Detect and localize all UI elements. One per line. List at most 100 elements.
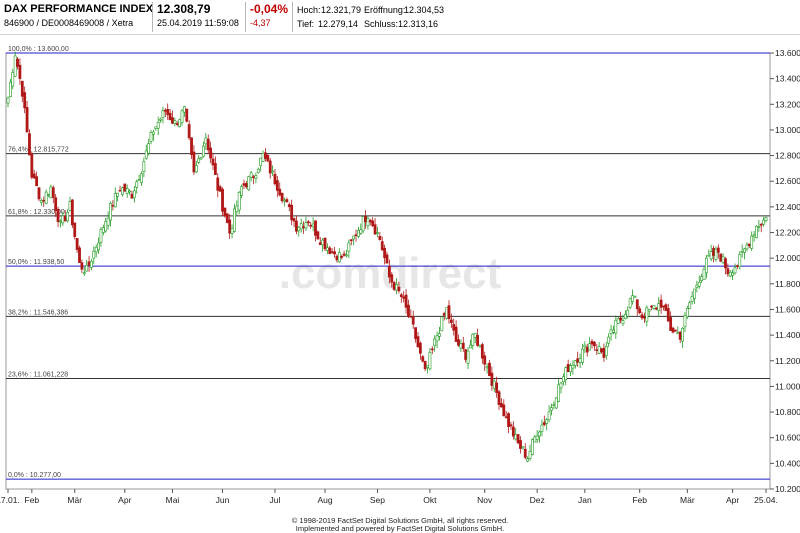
candle-body (697, 281, 701, 287)
candle-body (454, 326, 458, 342)
candle-body (16, 58, 19, 67)
candle-body (166, 109, 170, 115)
candle-body (228, 219, 232, 234)
candle-body (387, 265, 391, 278)
candle-body (92, 250, 96, 259)
open-value: 12.304,53 (404, 5, 445, 15)
candle-body (428, 352, 432, 370)
candle-body (197, 158, 201, 163)
y-tick-label: 11.200 (775, 356, 800, 366)
candle-body (59, 220, 62, 223)
candle-body (731, 272, 735, 276)
close-value: 12.313,16 (398, 19, 439, 29)
candle-body (337, 252, 341, 263)
candle-body (106, 217, 110, 226)
candle-body (511, 426, 515, 437)
candle-body (44, 191, 48, 204)
candle-body (466, 350, 470, 364)
candle-body (542, 422, 546, 425)
y-tick-label: 12.600 (775, 176, 800, 186)
candle-body (631, 295, 634, 302)
candle-body (137, 179, 141, 181)
candle-body (63, 215, 67, 222)
candle-body (278, 188, 282, 196)
candle-body (411, 316, 415, 325)
candle-body (492, 380, 496, 389)
candle-body (647, 309, 651, 312)
candle-body (373, 224, 377, 235)
candle-body (147, 143, 151, 154)
candle-body (352, 235, 356, 240)
candle (440, 316, 444, 332)
candle-body (316, 231, 320, 240)
candle-body (674, 329, 677, 332)
x-tick-label: Dez (530, 495, 545, 505)
x-tick-label: Nov (477, 495, 493, 505)
quote-header: DAX PERFORMANCE INDEX 846900 / DE0008469… (0, 0, 800, 35)
candle-body (380, 241, 384, 251)
candle-body (650, 305, 653, 308)
candle-body (101, 227, 105, 233)
candle-body (295, 220, 298, 232)
candle-body (395, 284, 398, 291)
candle-body (259, 157, 263, 166)
candle-body (23, 92, 27, 109)
candle (674, 329, 677, 332)
candle-body (97, 242, 100, 251)
candle-body (244, 183, 248, 188)
candle-body (476, 334, 479, 346)
candle-body (61, 215, 65, 224)
x-tick-label: Okt (423, 495, 437, 505)
candle-body (418, 342, 422, 354)
candle-body (361, 216, 365, 232)
open-label: Eröffnung: (364, 5, 406, 15)
candle (671, 326, 675, 334)
candle-body (588, 343, 592, 351)
candle-body (583, 344, 587, 348)
candle-body (6, 97, 10, 104)
x-tick-label: Jun (216, 495, 230, 505)
candle-body (194, 165, 198, 173)
candle-body (54, 197, 58, 211)
candle (247, 175, 251, 192)
x-tick-label: Jan (578, 495, 592, 505)
candle-body (614, 320, 618, 334)
x-tick-label: Feb (632, 495, 647, 505)
candle-body (399, 294, 403, 297)
x-tick-label: Aug (317, 495, 332, 505)
candle-body (211, 158, 215, 166)
candle-body (483, 355, 487, 365)
candle-body (333, 251, 336, 255)
fib-level-label: 100,0% : 13.600,00 (8, 46, 69, 53)
candle-body (755, 226, 758, 238)
candle-body (140, 173, 143, 183)
candle-body (433, 338, 437, 347)
candle-body (471, 333, 475, 346)
candle (178, 118, 182, 128)
candle (392, 280, 396, 292)
candle-body (442, 313, 446, 316)
candle-body (566, 364, 570, 373)
candle-body (49, 186, 53, 199)
candle-body (359, 229, 363, 234)
y-tick-label: 12.000 (775, 253, 800, 263)
candle-body (554, 397, 558, 409)
candle-body (676, 332, 680, 335)
fib-level-label: 23,6% : 11.061,228 (8, 372, 68, 379)
candle-body (652, 305, 656, 309)
candle-body (349, 239, 353, 242)
candle-body (683, 315, 687, 328)
candle-body (385, 254, 389, 264)
candle-body (285, 199, 289, 203)
candle-body (235, 205, 239, 213)
candle-body (569, 365, 572, 373)
candle-body (571, 364, 575, 369)
candle-body (671, 327, 675, 333)
header-rule (0, 34, 800, 35)
candle-body (488, 362, 491, 377)
change-absolute: -4,37 (250, 18, 271, 28)
candle-body (397, 286, 401, 292)
header-divider (152, 2, 153, 32)
candle-body (635, 299, 639, 310)
x-tick-label: Mär (67, 495, 82, 505)
